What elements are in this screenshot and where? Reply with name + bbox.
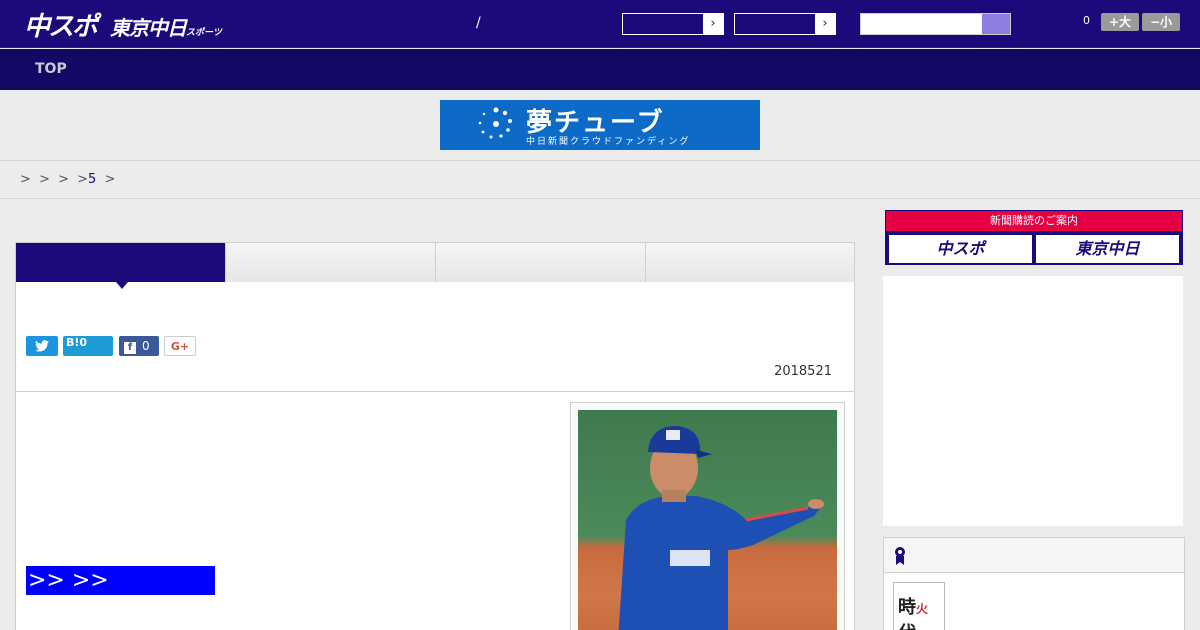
dots-circle-icon — [478, 107, 512, 139]
chevron-right-icon: › — [815, 14, 835, 34]
header-separator: / — [476, 15, 481, 31]
breadcrumb-sep: > — [20, 172, 31, 187]
baseball-pitcher-photo[interactable] — [578, 410, 837, 630]
ranking-thumbnail[interactable]: 時火代 — [893, 582, 945, 630]
category-select-1[interactable]: › — [622, 13, 724, 35]
chevron-right-icon: › — [703, 14, 723, 34]
category-select-2[interactable]: › — [734, 13, 836, 35]
article-date: 2018521 — [774, 364, 832, 379]
banner-subtitle: 中日新聞クラウドファンディング — [526, 137, 691, 147]
article-panel: B!0 f0 G+ 2018521 >> >> — [15, 242, 855, 630]
tab-3[interactable] — [436, 243, 646, 282]
hatena-bookmark-button[interactable]: B!0 — [63, 336, 113, 356]
facebook-share-button[interactable]: f0 — [119, 336, 159, 356]
divider — [0, 198, 1200, 199]
facebook-icon: f — [124, 342, 136, 354]
tab-4[interactable] — [646, 243, 854, 282]
main-nav: TOP — [0, 49, 1200, 90]
tokyo-chunichi-logo[interactable]: 東京中日スポーツ — [110, 12, 222, 41]
ranking-header — [884, 538, 1184, 573]
subscribe-tokyo-chunichi-button[interactable]: 東京中日 — [1036, 235, 1179, 263]
ribbon-icon — [895, 547, 905, 565]
subscription-box: 新聞購読のご案内 中スポ 東京中日 — [885, 210, 1183, 265]
twitter-icon — [35, 340, 49, 352]
breadcrumb-sep: > — [104, 172, 116, 187]
top-header: 中スポ 東京中日スポーツ / › › 0 +大 −小 — [0, 0, 1200, 48]
thumb-accent: 火 — [916, 602, 929, 616]
tokyo-chunichi-logo-text: 東京中日 — [110, 16, 187, 40]
tokyo-chunichi-logo-small: スポーツ — [186, 28, 222, 38]
facebook-count: 0 — [142, 339, 150, 353]
ad-slot[interactable] — [883, 276, 1183, 526]
googleplus-share-button[interactable]: G+ — [164, 336, 196, 356]
font-decrease-button[interactable]: −小 — [1142, 13, 1180, 31]
breadcrumb-link[interactable]: 5 — [88, 172, 96, 187]
subscribe-chuspo-button[interactable]: 中スポ — [889, 235, 1032, 263]
search-button[interactable] — [982, 14, 1010, 34]
subscription-heading: 新聞購読のご案内 — [886, 211, 1182, 231]
article-tabs — [16, 243, 854, 289]
cart-count: 0 — [1083, 14, 1090, 27]
yume-tube-banner[interactable]: 夢チューブ 中日新聞クラウドファンディング — [440, 100, 760, 150]
pitcher-illustration — [618, 426, 824, 630]
twitter-share-button[interactable] — [26, 336, 58, 356]
chuspo-logo[interactable]: 中スポ — [24, 6, 98, 43]
thumb-text: 代 — [898, 623, 916, 630]
font-increase-button[interactable]: +大 — [1101, 13, 1139, 31]
article-photo-frame — [570, 402, 845, 630]
breadcrumb: > > > >5 > — [20, 172, 115, 187]
tab-2[interactable] — [226, 243, 436, 282]
more-link[interactable]: >> >> — [26, 566, 215, 595]
breadcrumb-sep: > — [77, 172, 89, 187]
nav-item-top[interactable]: TOP — [35, 61, 67, 77]
divider — [0, 160, 1200, 161]
breadcrumb-sep: > — [58, 172, 69, 187]
ranking-box: 時火代 — [883, 537, 1185, 630]
thumb-text: 時 — [898, 597, 916, 618]
search-input[interactable] — [860, 13, 1011, 35]
breadcrumb-sep: > — [39, 172, 50, 187]
tab-pointer — [116, 282, 128, 289]
tab-active[interactable] — [16, 243, 226, 289]
divider — [16, 391, 854, 392]
